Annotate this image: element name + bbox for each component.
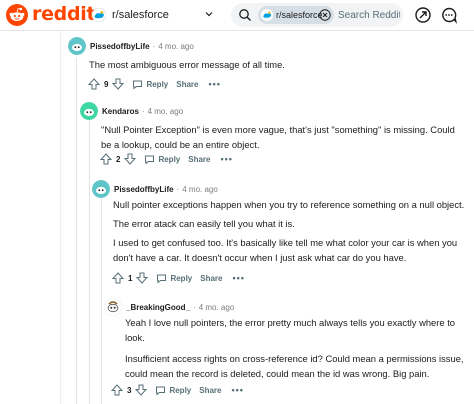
comment-text: Insufficient access rights on cross-refe…	[125, 353, 464, 379]
reply-icon	[156, 386, 166, 396]
avatar[interactable]	[68, 37, 86, 55]
separator-dot: ·	[152, 41, 156, 51]
comment-text: Yeah I love null pointers, the error pre…	[125, 317, 456, 343]
more-options-button[interactable]: •••	[208, 79, 220, 89]
comment-time[interactable]: 4 mo. ago	[148, 107, 184, 116]
subreddit-icon	[92, 8, 106, 22]
upvote-icon[interactable]	[100, 153, 112, 165]
reply-button[interactable]: Reply	[156, 273, 192, 284]
avatar[interactable]	[92, 180, 110, 198]
clear-icon[interactable]	[319, 9, 331, 21]
downvote-icon[interactable]	[136, 272, 149, 284]
separator-dot: ·	[193, 302, 196, 312]
more-options-button[interactable]: •••	[231, 385, 243, 395]
comment-text: Null pointer exceptions happen when you …	[113, 199, 465, 210]
search-input[interactable]	[338, 7, 400, 23]
more-options-button[interactable]: •••	[220, 154, 232, 164]
comment-time[interactable]: 4 mo. ago	[199, 303, 235, 312]
separator-dot: ·	[176, 184, 180, 194]
comment-author[interactable]: Kendaros	[102, 107, 139, 116]
reply-button[interactable]: Reply	[155, 385, 191, 396]
comment-text: The error atack can easily tell you what…	[113, 218, 295, 229]
reply-label: Reply	[170, 273, 193, 283]
reply-icon	[133, 80, 143, 90]
reply-button[interactable]: Reply	[132, 79, 168, 90]
subreddit-switcher[interactable]: r/salesforce	[92, 5, 218, 25]
vote-count: 9	[104, 79, 109, 89]
comment: Kendaros · 4 mo. ago "Null Pointer Excep…	[80, 100, 470, 180]
comment-author[interactable]: _BreakingGood_	[126, 303, 190, 312]
downvote-icon[interactable]	[112, 78, 125, 90]
upvote-icon[interactable]	[112, 272, 124, 284]
comment-body: Null pointer exceptions happen when you …	[113, 197, 468, 274]
reply-icon	[157, 274, 167, 284]
comment-actions: 3 Reply Share •••	[111, 382, 244, 398]
comment: _BreakingGood_ · 4 mo. ago Yeah I love n…	[104, 296, 472, 404]
downvote-icon[interactable]	[124, 153, 137, 165]
search-scope-chip[interactable]: r/salesforce	[258, 6, 334, 24]
share-button[interactable]: Share	[200, 274, 222, 283]
share-button[interactable]: Share	[176, 80, 198, 89]
comment-text: The most ambiguous error message of all …	[89, 59, 285, 70]
search-scope-label: r/salesforce	[276, 10, 323, 20]
reddit-wordmark[interactable]: reddit	[32, 3, 96, 25]
reply-icon	[145, 155, 155, 165]
share-label: Share	[199, 385, 222, 395]
share-button[interactable]: Share	[199, 386, 221, 395]
comment-author[interactable]: PissedoffbyLife	[114, 185, 174, 194]
separator-dot: ·	[141, 106, 145, 116]
snoo-avatar-icon	[92, 180, 110, 198]
reply-button[interactable]: Reply	[144, 154, 180, 165]
snoo-avatar-icon	[80, 102, 98, 120]
share-label: Share	[176, 79, 199, 89]
upvote-icon[interactable]	[88, 78, 100, 90]
comment-header: PissedoffbyLife · 4 mo. ago	[68, 35, 194, 57]
chat-icon[interactable]	[440, 6, 458, 24]
reply-label: Reply	[146, 79, 169, 89]
avatar[interactable]	[80, 102, 98, 120]
reply-label: Reply	[169, 385, 192, 395]
snoo-avatar-icon	[104, 298, 122, 316]
comment-actions: 1 Reply Share •••	[112, 270, 245, 286]
comment-actions: 2 Reply Share •••	[100, 151, 233, 167]
reddit-logo-icon[interactable]	[6, 4, 28, 26]
comment-author[interactable]: PissedoffbyLife	[90, 42, 150, 51]
comment-text: "Null Pointer Exception" is even more va…	[101, 124, 455, 150]
left-rail	[0, 31, 61, 404]
subreddit-name: r/salesforce	[112, 9, 169, 21]
comment-body: Yeah I love null pointers, the error pre…	[125, 315, 465, 390]
share-button[interactable]: Share	[188, 155, 210, 164]
more-options-button[interactable]: •••	[232, 273, 244, 283]
comment: PissedoffbyLife · 4 mo. ago Null pointer…	[92, 178, 472, 290]
share-label: Share	[188, 154, 211, 164]
vote-count: 3	[127, 385, 132, 395]
search-bar[interactable]: r/salesforce	[231, 3, 403, 27]
search-icon	[239, 9, 251, 21]
snoo-avatar-icon	[68, 37, 86, 55]
vote-count: 1	[128, 273, 133, 283]
comment: PissedoffbyLife · 4 mo. ago The most amb…	[68, 35, 468, 95]
top-bar: reddit r/salesforce r/salesforce	[0, 0, 474, 31]
comment-text: I used to get confused too. It's basical…	[113, 237, 458, 263]
thread-line[interactable]	[76, 58, 77, 404]
downvote-icon[interactable]	[135, 384, 148, 396]
comment-time[interactable]: 4 mo. ago	[182, 185, 218, 194]
upvote-icon[interactable]	[111, 384, 123, 396]
comment-actions: 9 Reply Share •••	[88, 76, 221, 92]
share-label: Share	[200, 273, 223, 283]
avatar[interactable]	[104, 298, 122, 316]
vote-count: 2	[116, 154, 121, 164]
comment-time[interactable]: 4 mo. ago	[158, 42, 194, 51]
chevron-down-icon	[205, 12, 213, 17]
advertise-icon[interactable]	[414, 6, 432, 24]
comment-header: Kendaros · 4 mo. ago	[80, 100, 183, 122]
reply-label: Reply	[158, 154, 181, 164]
subreddit-icon	[261, 9, 273, 21]
